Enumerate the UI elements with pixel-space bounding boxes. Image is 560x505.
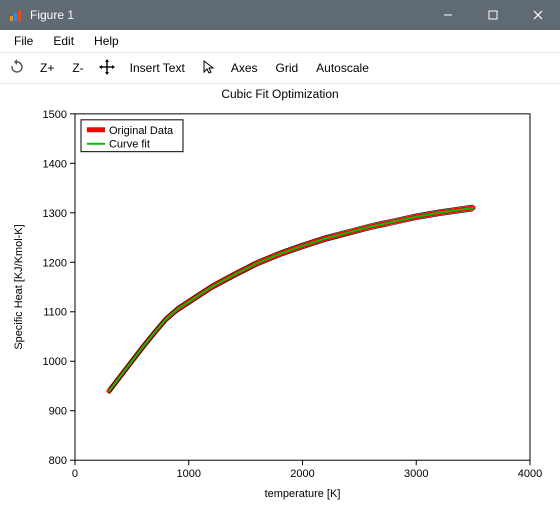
series-outline — [109, 205, 473, 388]
minimize-button[interactable] — [425, 0, 470, 30]
app-icon — [8, 7, 24, 23]
close-button[interactable] — [515, 0, 560, 30]
menu-file[interactable]: File — [4, 32, 43, 50]
x-tick-label: 4000 — [518, 468, 542, 480]
rotate-button[interactable] — [6, 57, 28, 79]
menu-help[interactable]: Help — [84, 32, 129, 50]
rotate-icon — [9, 59, 25, 78]
y-tick-label: 1400 — [43, 158, 67, 170]
series-original-data — [109, 208, 473, 391]
zoom-in-button[interactable]: Z+ — [34, 59, 60, 77]
y-tick-label: 1100 — [43, 307, 67, 319]
window-title: Figure 1 — [30, 8, 425, 22]
axes-button[interactable]: Axes — [225, 59, 264, 77]
titlebar: Figure 1 — [0, 0, 560, 30]
cursor-button[interactable] — [197, 57, 219, 79]
insert-text-button[interactable]: Insert Text — [124, 59, 191, 77]
x-tick-label: 1000 — [177, 468, 201, 480]
menu-edit[interactable]: Edit — [43, 32, 84, 50]
x-tick-label: 2000 — [290, 468, 314, 480]
cursor-icon — [200, 59, 216, 78]
maximize-button[interactable] — [470, 0, 515, 30]
window-controls — [425, 0, 560, 30]
y-tick-label: 800 — [49, 455, 67, 467]
legend-label-fit: Curve fit — [109, 139, 150, 151]
x-tick-label: 0 — [72, 468, 78, 480]
y-tick-label: 1000 — [43, 356, 67, 368]
series-curve-fit — [109, 208, 473, 391]
y-tick-label: 1500 — [43, 109, 67, 121]
y-tick-label: 1300 — [43, 208, 67, 220]
x-tick-label: 3000 — [404, 468, 428, 480]
pan-icon — [99, 59, 115, 78]
axes-box — [75, 114, 530, 460]
plot-area[interactable]: Cubic Fit Optimization 0 1000 2000 3000 4000 8… — [0, 84, 560, 505]
y-axis-label: Specific Heat [KJ/Kmol-K] — [13, 224, 25, 349]
toolbar: Z+ Z- Insert Text Axes — [0, 53, 560, 84]
menubar: File Edit Help — [0, 30, 560, 53]
y-tick-label: 1200 — [43, 257, 67, 269]
chart-title: Cubic Fit Optimization — [221, 87, 338, 101]
y-tick-label: 900 — [49, 406, 67, 418]
plot-svg: Cubic Fit Optimization 0 1000 2000 3000 4000 8… — [0, 84, 560, 505]
autoscale-button[interactable]: Autoscale — [310, 59, 375, 77]
figure-window: Figure 1 File Edit Help — [0, 0, 560, 505]
legend-label-original: Original Data — [109, 125, 174, 137]
series-outline — [109, 211, 473, 394]
x-axis-label: temperature [K] — [265, 488, 341, 500]
pan-button[interactable] — [96, 57, 118, 79]
zoom-out-button[interactable]: Z- — [66, 59, 89, 77]
grid-button[interactable]: Grid — [270, 59, 305, 77]
